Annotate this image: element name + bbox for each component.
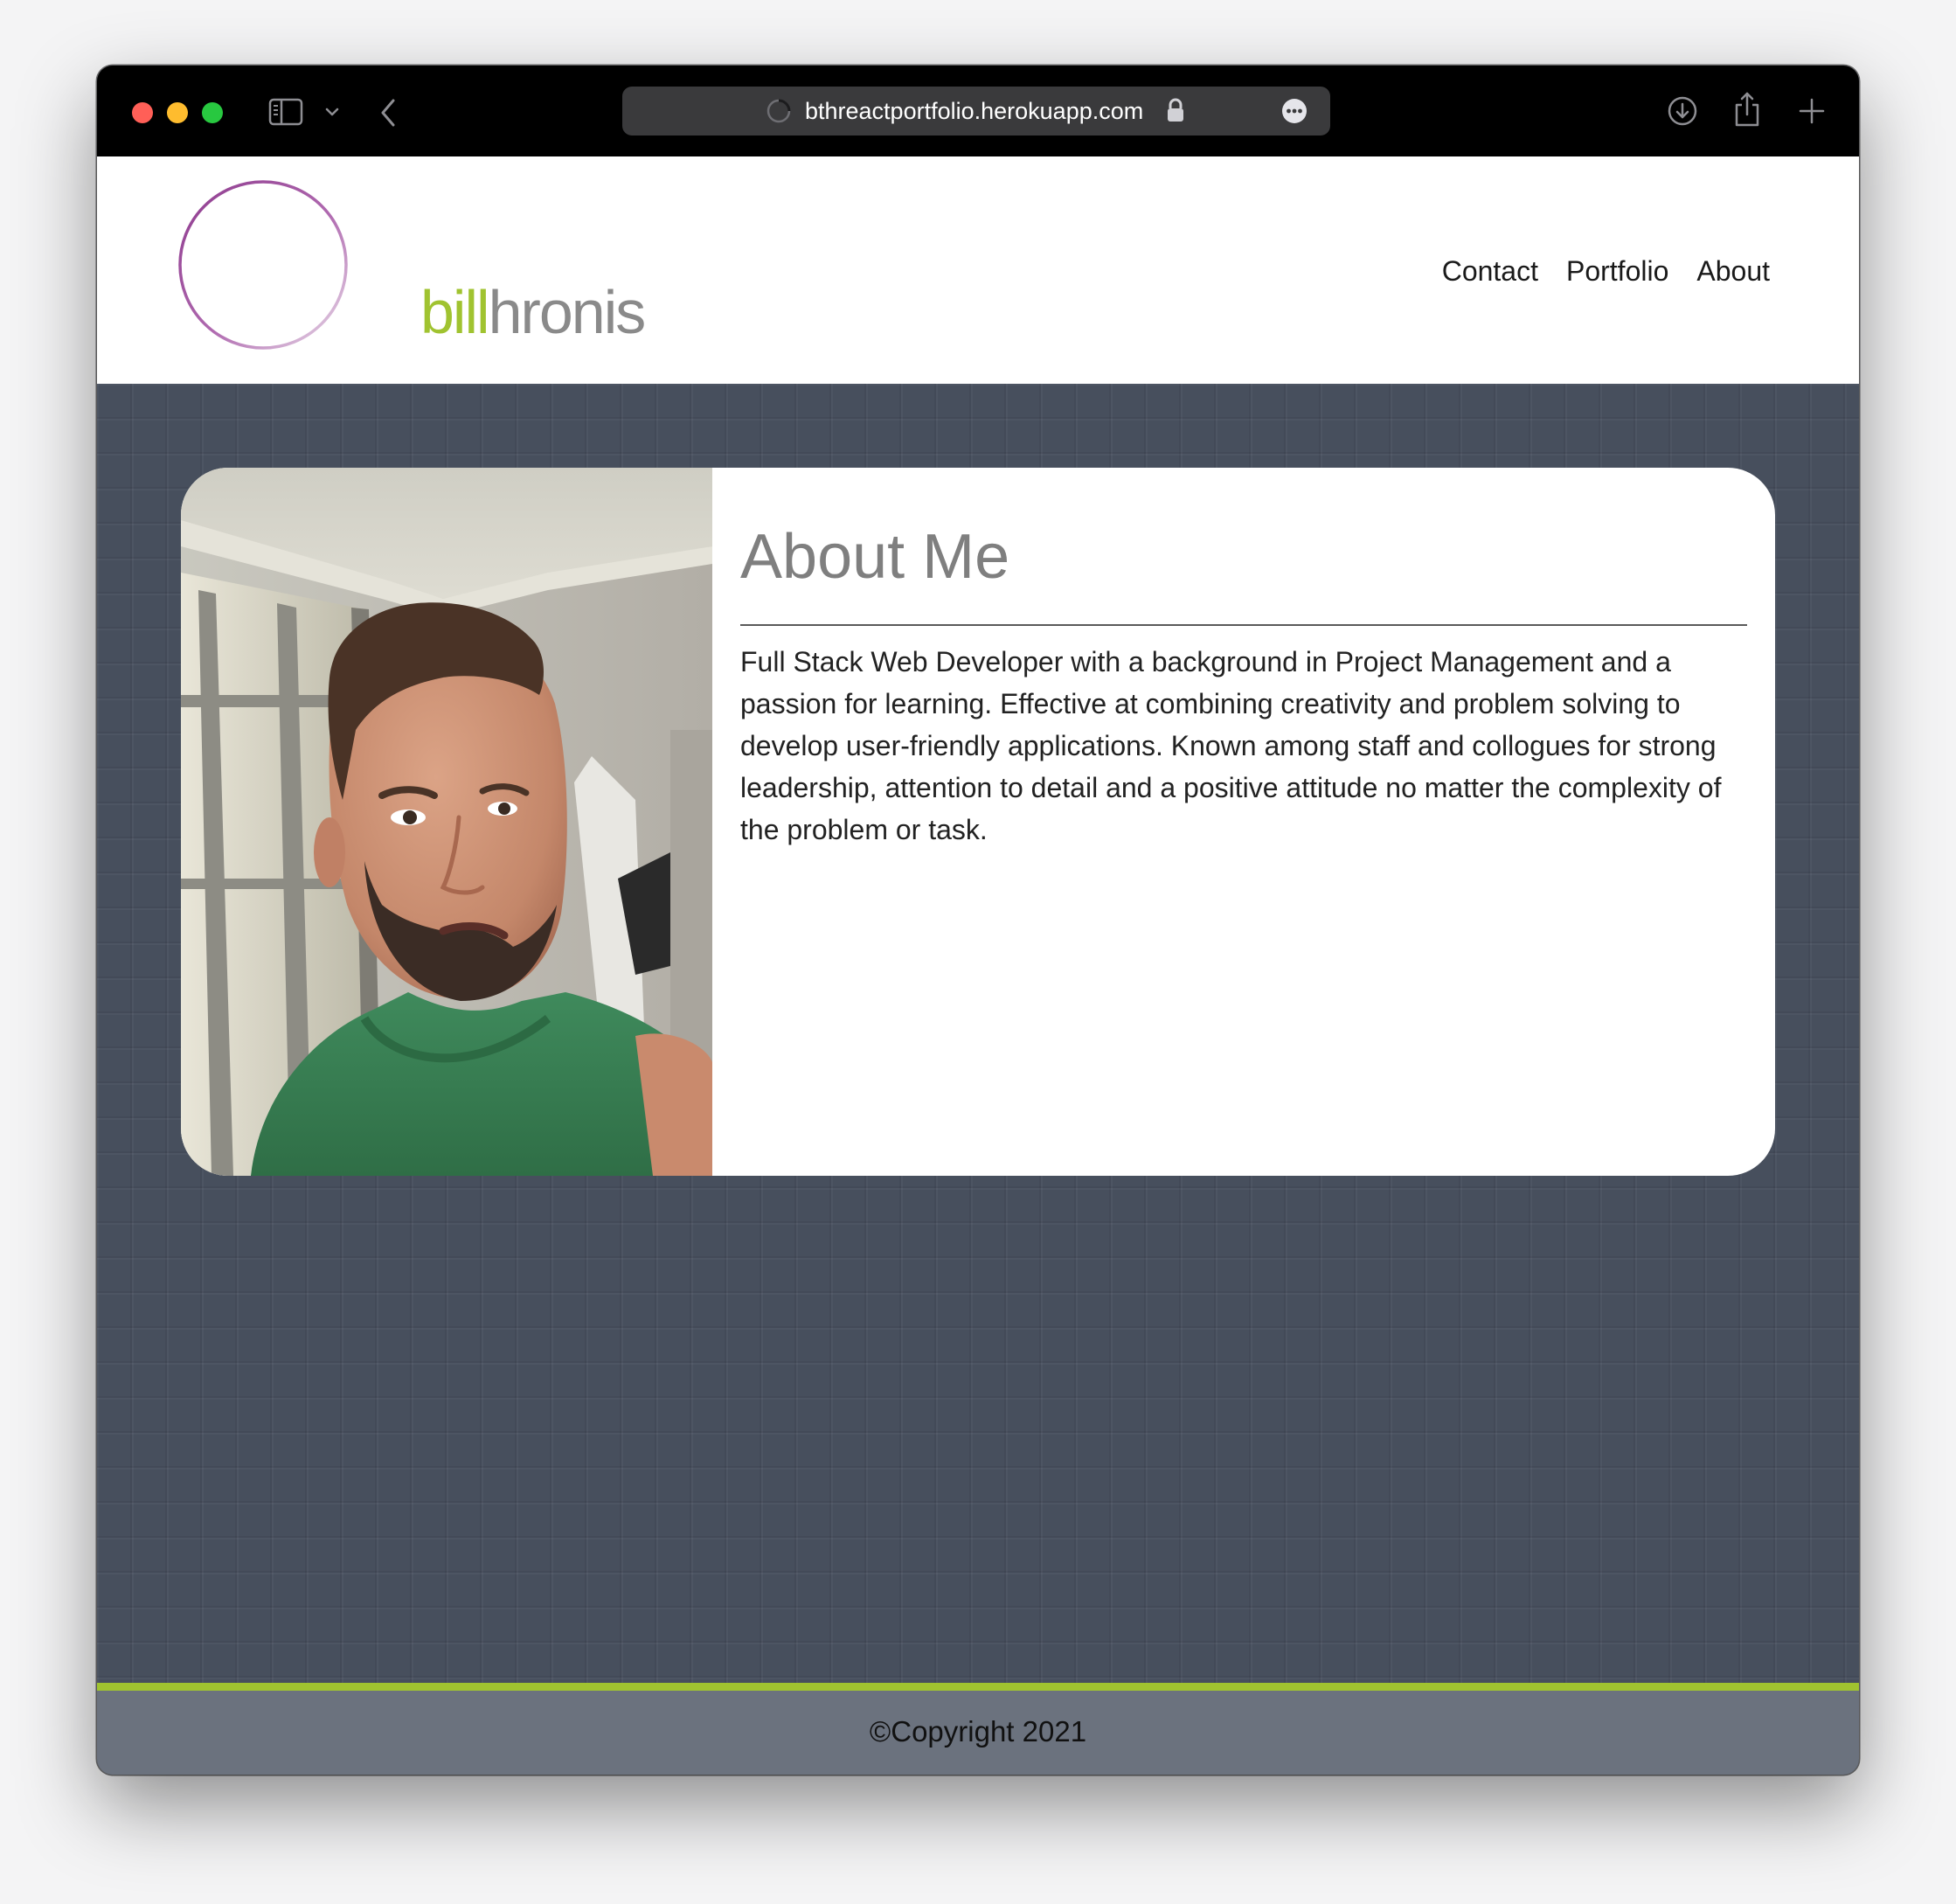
zoom-window-button[interactable] <box>202 102 223 123</box>
more-icon[interactable] <box>1281 98 1307 124</box>
logo-first-name: bill <box>420 278 490 346</box>
loading-spinner-icon <box>766 98 792 124</box>
lock-icon <box>1166 97 1185 123</box>
address-bar-url: bthreactportfolio.herokuapp.com <box>805 98 1144 124</box>
nav-link-contact[interactable]: Contact <box>1442 254 1538 288</box>
main-content: About Me Full Stack Web Developer with a… <box>97 384 1859 1683</box>
plus-icon[interactable] <box>1794 94 1829 129</box>
main-nav: Contact Portfolio About <box>1442 254 1770 288</box>
about-card: About Me Full Stack Web Developer with a… <box>181 468 1775 1176</box>
browser-toolbar: bthreactportfolio.herokuapp.com <box>97 66 1859 156</box>
nav-link-about[interactable]: About <box>1696 254 1770 288</box>
profile-photo <box>181 468 712 1176</box>
logo-last-name: hronis <box>488 278 647 346</box>
chevron-down-icon[interactable] <box>321 99 343 125</box>
download-icon[interactable] <box>1665 94 1700 129</box>
about-description: Full Stack Web Developer with a backgrou… <box>740 646 1722 845</box>
footer-accent-stripe <box>97 1683 1859 1691</box>
minimize-window-button[interactable] <box>167 102 188 123</box>
share-icon[interactable] <box>1731 90 1763 129</box>
browser-window: bthreactportfolio.herokuapp.com billhron… <box>97 66 1859 1775</box>
copyright-text: ©Copyright 2021 <box>869 1715 1087 1748</box>
about-heading: About Me <box>740 522 1010 592</box>
logo-wordmark: billhronis <box>420 277 647 347</box>
site-footer: ©Copyright 2021 <box>97 1691 1859 1775</box>
site-header: billhronis Contact Portfolio About <box>97 156 1859 384</box>
nav-link-portfolio[interactable]: Portfolio <box>1566 254 1668 288</box>
logo-circle-icon <box>178 180 348 350</box>
back-arrow-icon[interactable] <box>373 95 403 130</box>
close-window-button[interactable] <box>132 102 153 123</box>
heading-divider <box>740 624 1747 626</box>
site-logo[interactable]: billhronis <box>176 177 646 352</box>
sidebar-icon[interactable] <box>268 97 303 127</box>
address-bar[interactable]: bthreactportfolio.herokuapp.com <box>622 87 1330 136</box>
